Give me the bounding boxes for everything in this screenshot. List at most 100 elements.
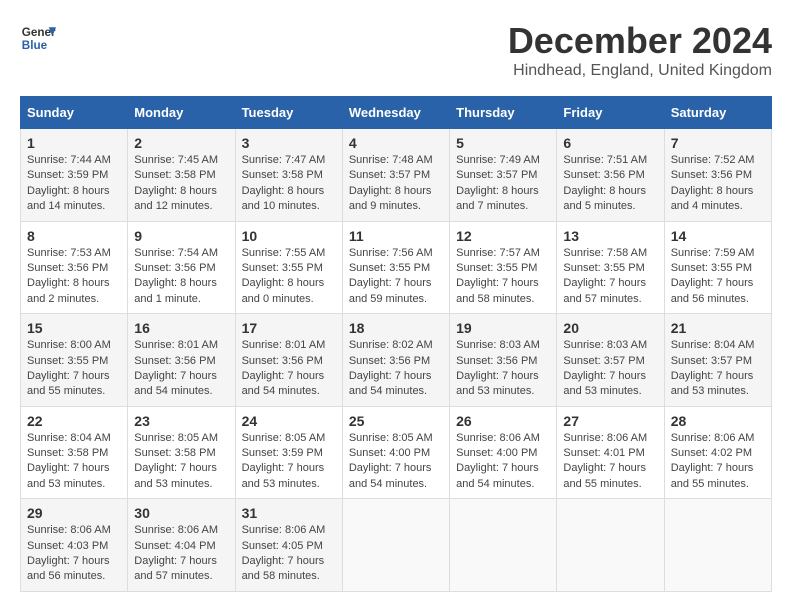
calendar-cell: 6 Sunrise: 7:51 AM Sunset: 3:56 PM Daylig…	[557, 129, 664, 222]
cell-info: Sunrise: 8:05 AM Sunset: 4:00 PM Dayligh…	[349, 431, 443, 493]
calendar-cell: 2Sunrise: 7:45 AM Sunset: 3:58 PM Daylig…	[128, 129, 235, 222]
calendar-cell: 19 Sunrise: 8:03 AM Sunset: 3:56 PM Dayli…	[450, 314, 557, 407]
cell-info: Sunrise: 7:45 AM Sunset: 3:58 PM Dayligh…	[134, 153, 228, 215]
cell-info: Sunrise: 7:59 AM Sunset: 3:55 PM Dayligh…	[671, 246, 765, 308]
header-sunday: Sunday	[21, 97, 128, 129]
calendar-cell: 16Sunrise: 8:01 AM Sunset: 3:56 PM Dayli…	[128, 314, 235, 407]
week-row-4: 22 Sunrise: 8:04 AM Sunset: 3:58 PM Dayli…	[21, 406, 772, 499]
calendar-cell: 13 Sunrise: 7:58 AM Sunset: 3:55 PM Dayli…	[557, 221, 664, 314]
day-number: 11	[349, 228, 443, 244]
cell-info: Sunrise: 7:51 AM Sunset: 3:56 PM Dayligh…	[563, 153, 657, 215]
day-number: 20	[563, 320, 657, 336]
calendar-cell: 4Sunrise: 7:48 AM Sunset: 3:57 PM Daylig…	[342, 129, 449, 222]
cell-info: Sunrise: 7:49 AM Sunset: 3:57 PM Dayligh…	[456, 153, 550, 215]
calendar-cell: 18 Sunrise: 8:02 AM Sunset: 3:56 PM Dayli…	[342, 314, 449, 407]
calendar-cell: 14 Sunrise: 7:59 AM Sunset: 3:55 PM Dayli…	[664, 221, 771, 314]
calendar-table: SundayMondayTuesdayWednesdayThursdayFrid…	[20, 96, 772, 592]
cell-info: Sunrise: 8:01 AM Sunset: 3:56 PM Dayligh…	[242, 338, 336, 400]
calendar-title: December 2024	[508, 20, 772, 62]
calendar-cell: 30Sunrise: 8:06 AM Sunset: 4:04 PM Dayli…	[128, 499, 235, 592]
day-number: 28	[671, 413, 765, 429]
calendar-cell: 3Sunrise: 7:47 AM Sunset: 3:58 PM Daylig…	[235, 129, 342, 222]
cell-info: Sunrise: 7:56 AM Sunset: 3:55 PM Dayligh…	[349, 246, 443, 308]
day-number: 19	[456, 320, 550, 336]
day-number: 29	[27, 505, 121, 521]
header-tuesday: Tuesday	[235, 97, 342, 129]
calendar-cell: 5 Sunrise: 7:49 AM Sunset: 3:57 PM Daylig…	[450, 129, 557, 222]
calendar-header-row: SundayMondayTuesdayWednesdayThursdayFrid…	[21, 97, 772, 129]
calendar-cell: 12 Sunrise: 7:57 AM Sunset: 3:55 PM Dayli…	[450, 221, 557, 314]
cell-info: Sunrise: 8:06 AM Sunset: 4:01 PM Dayligh…	[563, 431, 657, 493]
calendar-subtitle: Hindhead, England, United Kingdom	[508, 62, 772, 80]
calendar-cell: 22 Sunrise: 8:04 AM Sunset: 3:58 PM Dayli…	[21, 406, 128, 499]
day-number: 3	[242, 135, 336, 151]
day-number: 22	[27, 413, 121, 429]
week-row-2: 8Sunrise: 7:53 AM Sunset: 3:56 PM Daylig…	[21, 221, 772, 314]
calendar-cell: 7 Sunrise: 7:52 AM Sunset: 3:56 PM Daylig…	[664, 129, 771, 222]
day-number: 21	[671, 320, 765, 336]
cell-info: Sunrise: 8:04 AM Sunset: 3:58 PM Dayligh…	[27, 431, 121, 493]
calendar-cell: 15 Sunrise: 8:00 AM Sunset: 3:55 PM Dayli…	[21, 314, 128, 407]
cell-info: Sunrise: 8:04 AM Sunset: 3:57 PM Dayligh…	[671, 338, 765, 400]
calendar-cell	[664, 499, 771, 592]
calendar-cell: 29Sunrise: 8:06 AM Sunset: 4:03 PM Dayli…	[21, 499, 128, 592]
calendar-cell: 26 Sunrise: 8:06 AM Sunset: 4:00 PM Dayli…	[450, 406, 557, 499]
day-number: 12	[456, 228, 550, 244]
cell-info: Sunrise: 8:06 AM Sunset: 4:00 PM Dayligh…	[456, 431, 550, 493]
day-number: 25	[349, 413, 443, 429]
calendar-cell: 31 Sunrise: 8:06 AM Sunset: 4:05 PM Dayli…	[235, 499, 342, 592]
calendar-cell	[342, 499, 449, 592]
day-number: 15	[27, 320, 121, 336]
calendar-cell: 21 Sunrise: 8:04 AM Sunset: 3:57 PM Dayli…	[664, 314, 771, 407]
logo: General Blue	[20, 20, 56, 56]
day-number: 31	[242, 505, 336, 521]
logo-icon: General Blue	[20, 20, 56, 56]
day-number: 6	[563, 135, 657, 151]
day-number: 9	[134, 228, 228, 244]
cell-info: Sunrise: 7:58 AM Sunset: 3:55 PM Dayligh…	[563, 246, 657, 308]
svg-text:Blue: Blue	[22, 39, 48, 52]
cell-info: Sunrise: 7:55 AM Sunset: 3:55 PM Dayligh…	[242, 246, 336, 308]
cell-info: Sunrise: 7:54 AM Sunset: 3:56 PM Dayligh…	[134, 246, 228, 308]
cell-info: Sunrise: 8:03 AM Sunset: 3:56 PM Dayligh…	[456, 338, 550, 400]
cell-info: Sunrise: 7:52 AM Sunset: 3:56 PM Dayligh…	[671, 153, 765, 215]
day-number: 13	[563, 228, 657, 244]
day-number: 1	[27, 135, 121, 151]
day-number: 4	[349, 135, 443, 151]
week-row-5: 29Sunrise: 8:06 AM Sunset: 4:03 PM Dayli…	[21, 499, 772, 592]
day-number: 24	[242, 413, 336, 429]
header-thursday: Thursday	[450, 97, 557, 129]
calendar-cell: 9 Sunrise: 7:54 AM Sunset: 3:56 PM Daylig…	[128, 221, 235, 314]
calendar-cell: 8Sunrise: 7:53 AM Sunset: 3:56 PM Daylig…	[21, 221, 128, 314]
calendar-cell: 28 Sunrise: 8:06 AM Sunset: 4:02 PM Dayli…	[664, 406, 771, 499]
cell-info: Sunrise: 8:00 AM Sunset: 3:55 PM Dayligh…	[27, 338, 121, 400]
day-number: 5	[456, 135, 550, 151]
day-number: 26	[456, 413, 550, 429]
calendar-cell	[450, 499, 557, 592]
calendar-cell: 11 Sunrise: 7:56 AM Sunset: 3:55 PM Dayli…	[342, 221, 449, 314]
calendar-cell: 27Sunrise: 8:06 AM Sunset: 4:01 PM Dayli…	[557, 406, 664, 499]
calendar-cell: 23Sunrise: 8:05 AM Sunset: 3:58 PM Dayli…	[128, 406, 235, 499]
cell-info: Sunrise: 8:05 AM Sunset: 3:59 PM Dayligh…	[242, 431, 336, 493]
day-number: 17	[242, 320, 336, 336]
header-wednesday: Wednesday	[342, 97, 449, 129]
title-section: December 2024 Hindhead, England, United …	[508, 20, 772, 80]
cell-info: Sunrise: 7:57 AM Sunset: 3:55 PM Dayligh…	[456, 246, 550, 308]
day-number: 18	[349, 320, 443, 336]
cell-info: Sunrise: 8:06 AM Sunset: 4:02 PM Dayligh…	[671, 431, 765, 493]
day-number: 7	[671, 135, 765, 151]
week-row-1: 1 Sunrise: 7:44 AM Sunset: 3:59 PM Daylig…	[21, 129, 772, 222]
calendar-cell: 25 Sunrise: 8:05 AM Sunset: 4:00 PM Dayli…	[342, 406, 449, 499]
day-number: 14	[671, 228, 765, 244]
day-number: 8	[27, 228, 121, 244]
calendar-cell	[557, 499, 664, 592]
day-number: 10	[242, 228, 336, 244]
day-number: 30	[134, 505, 228, 521]
page-header: General Blue December 2024 Hindhead, Eng…	[20, 20, 772, 80]
cell-info: Sunrise: 8:06 AM Sunset: 4:05 PM Dayligh…	[242, 523, 336, 585]
calendar-cell: 10 Sunrise: 7:55 AM Sunset: 3:55 PM Dayli…	[235, 221, 342, 314]
cell-info: Sunrise: 7:44 AM Sunset: 3:59 PM Dayligh…	[27, 153, 121, 215]
header-monday: Monday	[128, 97, 235, 129]
cell-info: Sunrise: 8:02 AM Sunset: 3:56 PM Dayligh…	[349, 338, 443, 400]
week-row-3: 15 Sunrise: 8:00 AM Sunset: 3:55 PM Dayli…	[21, 314, 772, 407]
